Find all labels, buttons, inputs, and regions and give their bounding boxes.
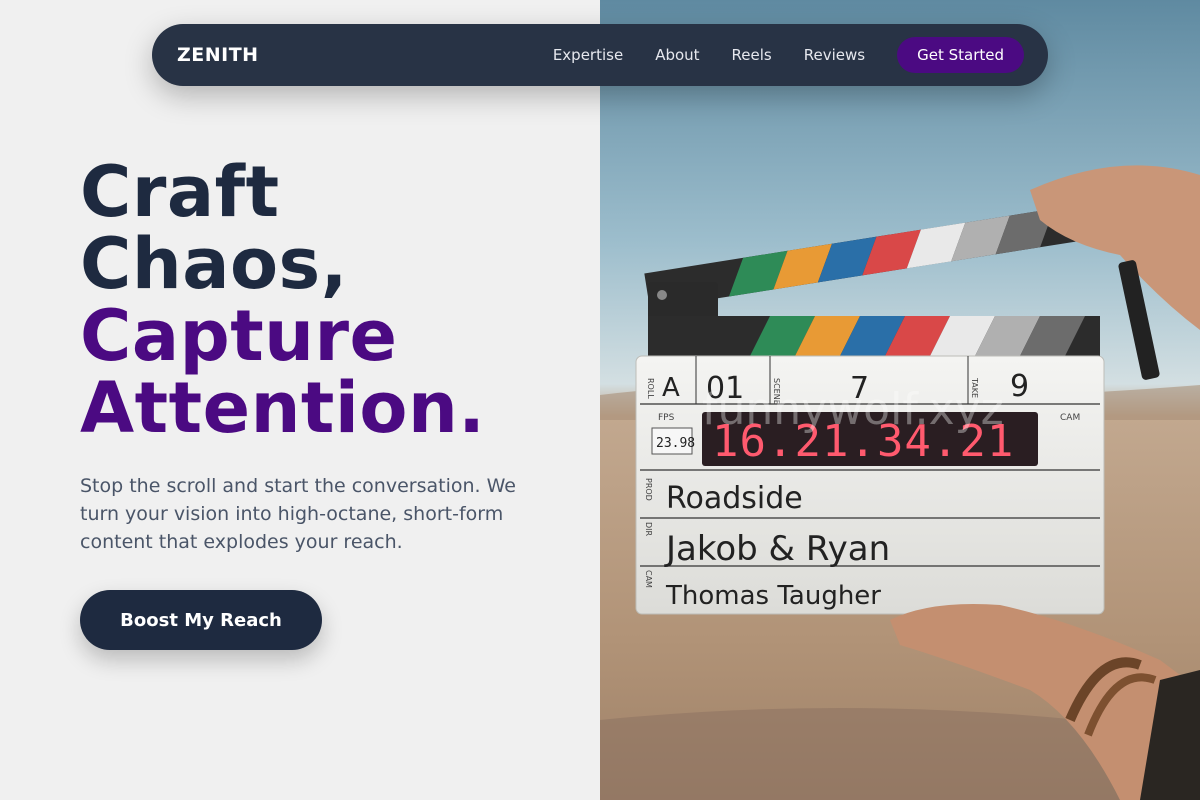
clapperboard-illustration: ROLL SCENE TAKE FPS CAM PROD DIR CAM A 0…: [600, 0, 1200, 800]
hero-headline: Craft Chaos, Capture Attention.: [80, 156, 580, 444]
slate-camera-op: Thomas Taugher: [665, 581, 881, 611]
slate-dir-label: DIR: [644, 522, 653, 537]
nav-links: Expertise About Reels Reviews Get Starte…: [553, 37, 1024, 73]
slate-cam-row-label: CAM: [644, 570, 653, 588]
slate-cam-label: CAM: [1060, 413, 1080, 423]
nav-link-expertise[interactable]: Expertise: [553, 46, 623, 64]
slate-fps-label: FPS: [658, 413, 675, 423]
hero-section: Craft Chaos, Capture Attention. Stop the…: [80, 156, 580, 650]
headline-line-3: Capture: [80, 295, 398, 377]
slate-production: Roadside: [666, 481, 803, 516]
brand-logo[interactable]: ZENITH: [177, 44, 259, 66]
headline-line-4: Attention.: [80, 367, 486, 449]
get-started-button[interactable]: Get Started: [897, 37, 1024, 73]
headline-line-2: Chaos,: [80, 223, 348, 305]
nav-link-reviews[interactable]: Reviews: [804, 46, 865, 64]
slate-roll: A: [662, 373, 680, 403]
headline-line-1: Craft: [80, 151, 280, 233]
slate-director: Jakob & Ryan: [664, 529, 890, 569]
hero-subtext: Stop the scroll and start the conversati…: [80, 475, 516, 553]
slate-roll-label: ROLL: [646, 378, 655, 399]
watermark: funnywolf.xyz: [702, 384, 1004, 435]
nav-link-about[interactable]: About: [655, 46, 699, 64]
boost-my-reach-button[interactable]: Boost My Reach: [80, 590, 322, 650]
slate-prod-label: PROD: [644, 478, 653, 501]
hero-photo: ROLL SCENE TAKE FPS CAM PROD DIR CAM A 0…: [600, 0, 1200, 800]
slate-take: 9: [1010, 369, 1029, 404]
navbar: ZENITH Expertise About Reels Reviews Get…: [152, 24, 1048, 86]
slate-fps: 23.98: [656, 436, 695, 451]
nav-link-reels[interactable]: Reels: [732, 46, 772, 64]
